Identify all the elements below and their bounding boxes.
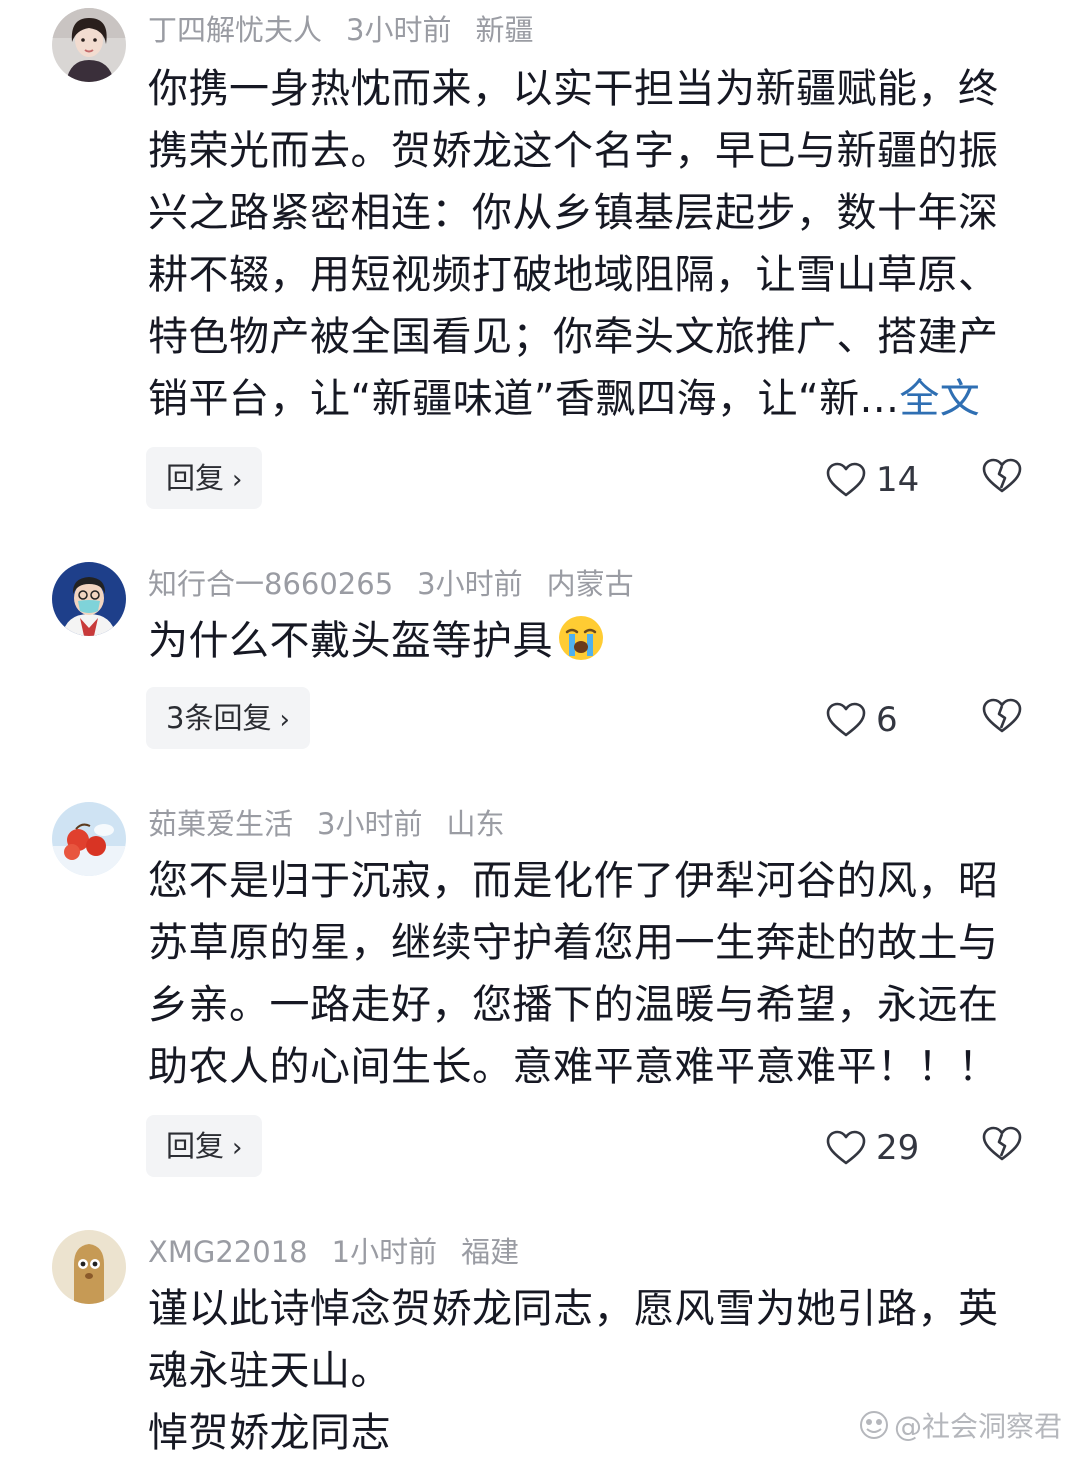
heart-outline-icon [826,462,866,496]
dislike-button[interactable] [982,458,1022,502]
dislike-button[interactable] [982,698,1022,742]
timestamp: 3小时前 [346,13,452,47]
like-count: 14 [876,459,920,500]
chevron-right-icon: › [279,705,290,735]
comment-line: 携荣光而去。贺娇龙这个名字，早已与新疆的振 [148,128,999,174]
comment-meta: 茹菓爱生活 3小时前 山东 [148,804,528,844]
reply-count-label: 3条回复 [166,701,272,735]
heart-outline-icon [826,1130,866,1164]
like-button[interactable]: 29 [826,1124,919,1168]
chevron-right-icon: › [232,1133,243,1163]
comment-line: 您不是归于沉寂，而是化作了伊犁河谷的风，昭 [148,858,999,904]
comment-line: 耕不辍，用短视频打破地域阻隔，让雪山草原、 [148,252,999,298]
location: 内蒙古 [546,567,634,601]
comment-meta: 丁四解忧夫人 3小时前 新疆 [148,10,557,50]
comment-line: 为什么不戴头盔等护具 [148,618,553,664]
comment-line: 苏草原的星，继续守护着您用一生奔赴的故土与 [148,920,999,966]
comment-line-with-emoji: 为什么不戴头盔等护具 [148,610,1028,672]
like-button[interactable]: 6 [826,696,898,740]
avatar[interactable] [52,8,126,82]
broken-heart-icon [982,698,1022,733]
comment-text: 您不是归于沉寂，而是化作了伊犁河谷的风，昭 苏草原的星，继续守护着您用一生奔赴的… [148,850,1028,1098]
comment-item: 知行合一8660265 3小时前 内蒙古 为什么不戴头盔等护具 3条回复 › 6 [0,540,1080,770]
comment-line: 销平台，让“新疆味道”香飘四海，让“新... [148,376,900,422]
comment-line: 助农人的心间生长。意难平意难平意难平！！！ [148,1044,999,1090]
like-count: 6 [876,699,898,740]
watermark-text: @社会洞察君 [894,1410,1063,1443]
like-button[interactable]: 14 [826,456,919,500]
avatar[interactable] [52,802,126,876]
view-replies-button[interactable]: 3条回复 › [146,687,310,749]
comment-item: 茹菓爱生活 3小时前 山东 您不是归于沉寂，而是化作了伊犁河谷的风，昭 苏草原的星，… [0,780,1080,1210]
location: 山东 [446,807,505,841]
location: 新疆 [475,13,534,47]
comment-line: 兴之路紧密相连：你从乡镇基层起步，数十年深 [148,190,999,236]
watermark: @社会洞察君 [858,1405,1062,1445]
heart-outline-icon [826,702,866,736]
avatar[interactable] [52,562,126,636]
chevron-right-icon: › [232,465,243,495]
comment-line: 特色物产被全国看见；你牵头文旅推广、搭建产 [148,314,999,360]
broken-heart-icon [982,458,1022,493]
comment-line: 乡亲。一路走好，您播下的温暖与希望，永远在 [148,982,999,1028]
username[interactable]: 知行合一8660265 [148,567,393,601]
comment-text: 你携一身热忱而来，以实干担当为新疆赋能，终 携荣光而去。贺娇龙这个名字，早已与新… [148,58,1028,430]
like-count: 29 [876,1127,920,1168]
username[interactable]: 丁四解忧夫人 [148,13,322,47]
username[interactable]: XMG22018 [148,1235,308,1269]
comment-meta: 知行合一8660265 3小时前 内蒙古 [148,564,658,604]
avatar[interactable] [52,1230,126,1304]
comment-line: 你携一身热忱而来，以实干担当为新疆赋能，终 [148,66,999,112]
comment-meta: XMG22018 1小时前 福建 [148,1232,543,1272]
timestamp: 3小时前 [317,807,423,841]
comment-text: 为什么不戴头盔等护具 [148,610,1028,672]
timestamp: 1小时前 [331,1235,438,1269]
crying-face-icon [559,616,603,660]
comment-line-last: 销平台，让“新疆味道”香飘四海，让“新...全文 [148,368,1028,430]
username[interactable]: 茹菓爱生活 [148,807,293,841]
reply-label: 回复 [166,461,225,495]
comment-line: 谨以此诗悼念贺娇龙同志，愿风雪为她引路，英 [148,1286,999,1332]
comment-line: 魂永驻天山。 [148,1348,391,1394]
reply-button[interactable]: 回复 › [146,1115,263,1177]
location: 福建 [461,1235,520,1269]
timestamp: 3小时前 [417,567,523,601]
dislike-button[interactable] [982,1126,1022,1170]
broken-heart-icon [982,1126,1022,1161]
expand-full-text-link[interactable]: 全文 [899,376,980,422]
comment-item: 丁四解忧夫人 3小时前 新疆 你携一身热忱而来，以实干担当为新疆赋能，终 携荣光而去… [0,0,1080,540]
reply-button[interactable]: 回复 › [146,447,263,509]
reply-label: 回复 [166,1129,225,1163]
watermark-logo-icon [860,1411,888,1439]
